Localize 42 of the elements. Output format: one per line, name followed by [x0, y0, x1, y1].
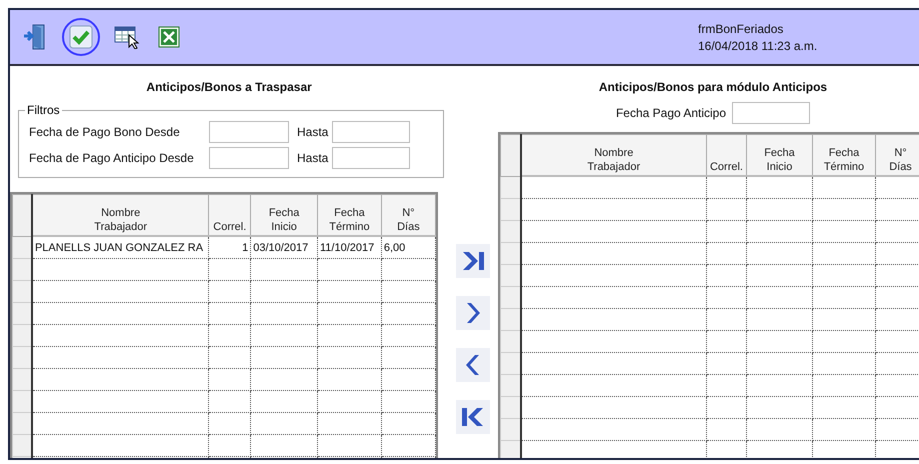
column-header: Fecha Inicio	[250, 194, 318, 236]
date-field[interactable]	[732, 102, 810, 124]
column-header: Nombre Trabajador	[32, 194, 209, 236]
table-cursor-icon	[114, 25, 140, 49]
field-label: Fecha de Pago Bono Desde	[29, 125, 181, 139]
transfer-button[interactable]	[456, 244, 490, 278]
date-field[interactable]	[209, 147, 289, 169]
chevron-left-icon	[466, 354, 480, 376]
spreadsheet-icon	[158, 26, 180, 48]
group-label: Filtros	[25, 103, 62, 117]
panel-title: Anticipos/Bonos para módulo Anticipos	[598, 80, 828, 94]
table-cell: 03/10/2017	[250, 236, 318, 258]
column-header: Nombre Trabajador	[520, 134, 706, 176]
field-label: Hasta	[297, 151, 328, 165]
date-field[interactable]	[332, 121, 410, 143]
column-header: N° Días	[876, 134, 919, 176]
column-header: Fecha Término	[812, 134, 876, 176]
panel-title: Anticipos/Bonos a Traspasar	[146, 80, 312, 94]
column-header: Correl.	[706, 134, 746, 176]
field-label: Hasta	[297, 125, 328, 139]
transfer-button[interactable]	[456, 296, 490, 330]
column-header: Fecha Inicio	[746, 134, 812, 176]
date-field[interactable]	[209, 121, 289, 143]
chevron-right-icon	[466, 302, 480, 324]
skip-right-icon	[461, 250, 486, 272]
table-cell: PLANELLS JUAN GONZALEZ RA	[32, 236, 209, 258]
transfer-button[interactable]	[456, 348, 490, 382]
checkmark-icon	[69, 25, 93, 49]
column-header: Correl.	[208, 194, 251, 236]
table-cell: 1	[208, 236, 251, 258]
date-field[interactable]	[332, 147, 410, 169]
transfer-button[interactable]	[456, 400, 490, 434]
field-label: Fecha Pago Anticipo	[616, 106, 726, 120]
date-time: 16/04/2018 11:23 a.m.	[698, 38, 818, 52]
table-cell: 6,00	[381, 236, 436, 258]
skip-left-icon	[461, 406, 486, 428]
form-name: frmBonFeriados	[698, 22, 784, 36]
column-header: Fecha Término	[317, 194, 382, 236]
field-label: Fecha de Pago Anticipo Desde	[29, 151, 195, 165]
column-header: N° Días	[381, 194, 436, 236]
table-cell: 11/10/2017	[317, 236, 382, 258]
door-exit-icon	[23, 24, 47, 50]
